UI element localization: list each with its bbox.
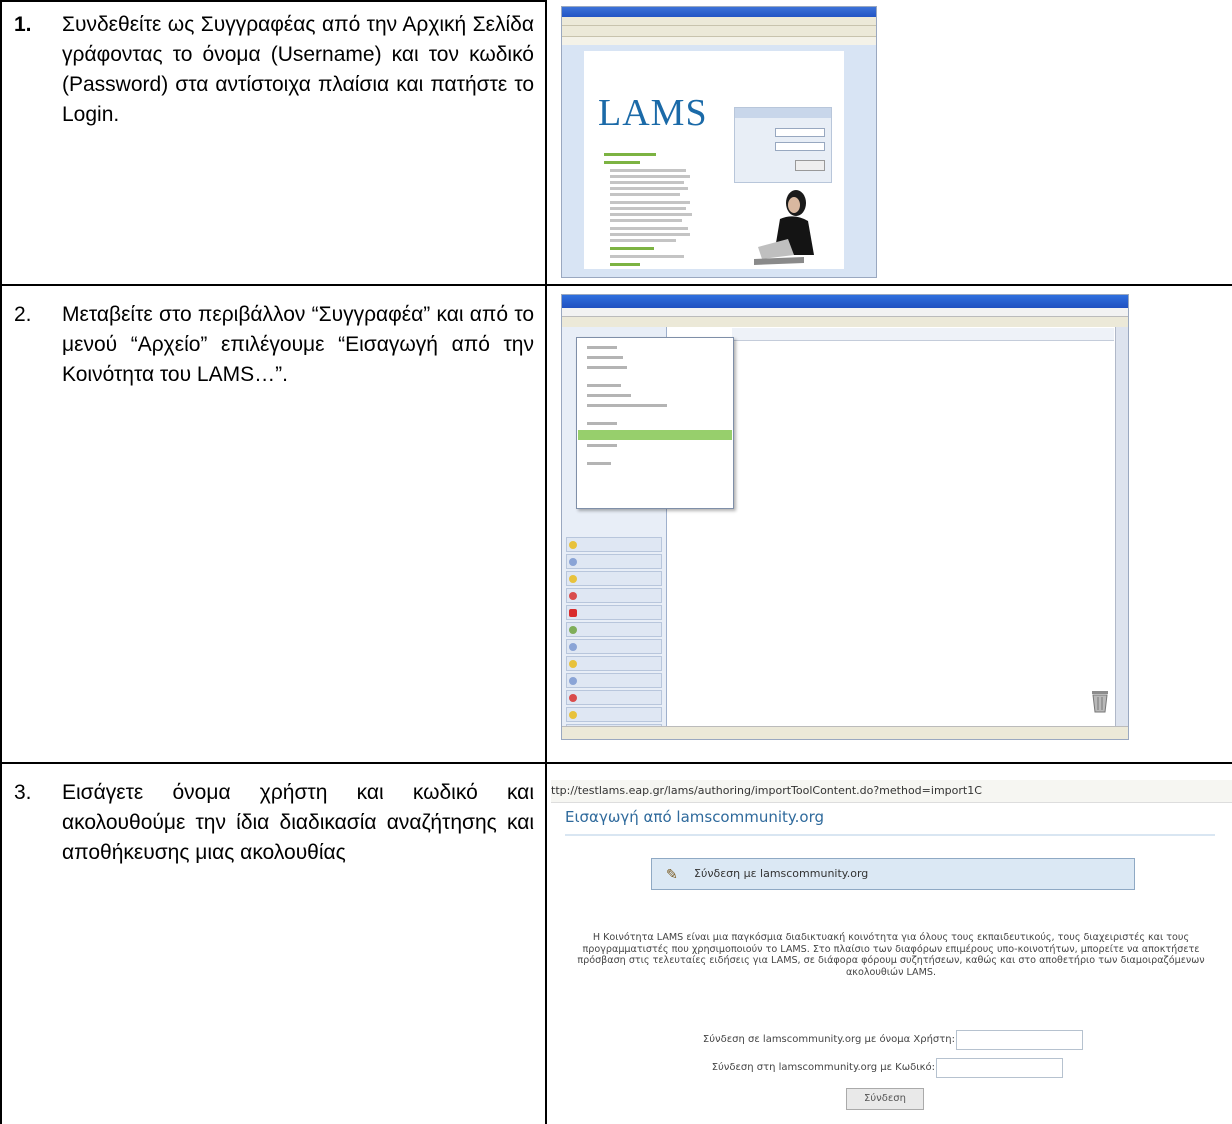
tool-item[interactable] [566, 690, 662, 705]
news-heading [604, 153, 656, 156]
tool-item[interactable] [566, 656, 662, 671]
authoring-toolbar [732, 328, 1114, 341]
password-input[interactable] [936, 1058, 1063, 1078]
lams-login-screenshot: LAMS [561, 6, 877, 278]
step-2-text: 2. Μεταβείτε στο περιβάλλον “Συγγραφέα” … [14, 300, 534, 390]
step-1-body: Συνδεθείτε ως Συγγραφέας από την Αρχική … [62, 13, 534, 126]
row-divider-1 [0, 284, 1232, 286]
news-text-line [610, 193, 680, 196]
connect-button[interactable]: Σύνδεση [846, 1088, 924, 1110]
browser-title-bar [562, 7, 876, 17]
tool-icon [569, 677, 577, 685]
step-2-number: 2. [14, 303, 32, 326]
tool-icon [569, 558, 577, 566]
login-button[interactable] [795, 160, 825, 171]
tool-item[interactable] [566, 537, 662, 552]
news-text-line [610, 239, 676, 242]
browser-page: LAMS [562, 45, 876, 277]
step-2-body: Μεταβείτε στο περιβάλλον “Συγγραφέα” και… [62, 303, 534, 386]
step-1-number: 1. [14, 13, 32, 36]
news-text-line [610, 233, 690, 236]
column-divider [545, 0, 547, 1124]
step-3-text: 3. Εισάγετε όνομα χρήστη και κωδικό και … [14, 778, 534, 868]
address-bar [562, 308, 1128, 317]
news-link[interactable] [610, 263, 640, 266]
tool-icon [569, 694, 577, 702]
browser-menu-bar [562, 17, 876, 26]
title-divider [565, 834, 1215, 836]
browser-toolbar [562, 26, 876, 37]
lams-logo: LAMS [598, 92, 708, 134]
tool-item[interactable] [566, 554, 662, 569]
news-text-line [610, 175, 690, 178]
username-field[interactable] [775, 128, 825, 137]
table-border-left [0, 0, 2, 1124]
tool-icon [569, 592, 577, 600]
step-3-number: 3. [14, 781, 32, 804]
tool-item[interactable] [566, 707, 662, 722]
status-bar [562, 726, 1128, 739]
login-box [734, 107, 832, 183]
pencil-icon: ✎ [666, 867, 678, 883]
tool-icon [569, 626, 577, 634]
news-text-line [610, 207, 686, 210]
news-text-line [610, 187, 688, 190]
menu-item[interactable] [587, 422, 617, 425]
tool-icon [569, 609, 577, 617]
step-3-body: Εισάγετε όνομα χρήστη και κωδικό και ακο… [62, 781, 534, 864]
tool-item[interactable] [566, 622, 662, 637]
news-text-line [610, 181, 684, 184]
tool-item[interactable] [566, 639, 662, 654]
instructions-table: 1. Συνδεθείτε ως Συγγραφέας από την Αρχι… [0, 0, 1232, 1124]
tool-icon [569, 575, 577, 583]
news-text-line [610, 213, 692, 216]
connect-label: Σύνδεση με lamscommunity.org [694, 867, 869, 880]
username-label: Σύνδεση σε lamscommunity.org με όνομα Χρ… [702, 1034, 955, 1045]
menu-item[interactable] [587, 444, 617, 447]
news-link[interactable] [610, 247, 654, 250]
menu-item[interactable] [587, 346, 617, 349]
community-description: Η Κοινότητα LAMS είναι μια παγκόσμια δια… [577, 932, 1205, 978]
authoring-screenshot [561, 294, 1129, 740]
window-title-bar [562, 295, 1128, 308]
menu-item[interactable] [587, 404, 667, 407]
news-text-line [610, 255, 684, 258]
step-1-text: 1. Συνδεθείτε ως Συγγραφέας από την Αρχι… [14, 10, 534, 130]
menu-item[interactable] [587, 356, 623, 359]
vertical-scrollbar[interactable] [1115, 327, 1128, 727]
password-field[interactable] [775, 142, 825, 151]
tool-item[interactable] [566, 605, 662, 620]
import-from-lams-community-item[interactable] [578, 430, 732, 440]
lams-home-page: LAMS [584, 51, 844, 269]
page-title: Εισαγωγή από lamscommunity.org [565, 808, 825, 826]
news-text-line [610, 227, 688, 230]
row-divider-2 [0, 762, 1232, 764]
news-text-line [610, 219, 682, 222]
news-subheading [604, 161, 640, 164]
address-bar[interactable]: ttp://testlams.eap.gr/lams/authoring/imp… [551, 780, 1232, 803]
file-menu-dropdown [576, 337, 734, 509]
login-box-header [735, 108, 831, 118]
password-label: Σύνδεση στη lamscommunity.org με Κωδικό: [711, 1062, 935, 1073]
import-lamscommunity-screenshot: ttp://testlams.eap.gr/lams/authoring/imp… [551, 776, 1232, 1124]
menu-item[interactable] [587, 384, 621, 387]
trash-bin-icon[interactable] [1090, 687, 1110, 713]
menu-item[interactable] [587, 462, 611, 465]
tool-icon [569, 541, 577, 549]
news-text-line [610, 201, 690, 204]
tool-icon [569, 660, 577, 668]
menu-item[interactable] [587, 394, 631, 397]
news-text-line [610, 169, 686, 172]
person-at-laptop-image [754, 190, 814, 265]
menu-item[interactable] [587, 366, 627, 369]
tool-item[interactable] [566, 673, 662, 688]
connect-box[interactable]: ✎ Σύνδεση με lamscommunity.org [651, 858, 1135, 890]
tool-item[interactable] [566, 571, 662, 586]
tool-icon [569, 711, 577, 719]
table-border-top [0, 0, 547, 2]
tool-item[interactable] [566, 588, 662, 603]
tool-icon [569, 643, 577, 651]
username-input[interactable] [956, 1030, 1083, 1050]
